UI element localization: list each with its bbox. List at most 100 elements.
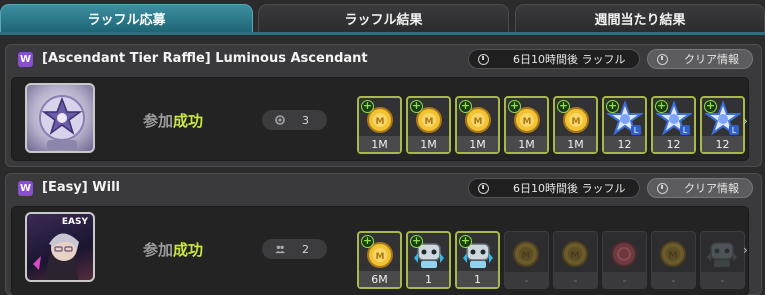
reward-item[interactable]: M- xyxy=(651,231,696,289)
raffle-title: [Easy] Will xyxy=(42,180,120,195)
tab-raffle-apply[interactable]: ラッフル応募 xyxy=(0,4,253,32)
plus-icon: + xyxy=(508,99,521,113)
raffle-card-will: W [Easy] Will 6日10時間後 ラッフル クリア情報 EASY 参加… xyxy=(5,173,762,295)
entry-count: 2 xyxy=(262,239,327,259)
entry-count: 3 xyxy=(262,110,327,130)
svg-text:M: M xyxy=(522,251,531,261)
svg-text:M: M xyxy=(572,117,581,127)
reward-quantity: 12 xyxy=(702,136,743,152)
reward-quantity: - xyxy=(554,272,597,288)
reward-quantity: 1M xyxy=(506,136,547,152)
clear-info-button[interactable]: クリア情報 xyxy=(647,178,753,198)
plus-icon: + xyxy=(361,99,374,113)
reward-quantity: 6M xyxy=(359,271,400,287)
reward-quantity: - xyxy=(652,272,695,288)
info-icon xyxy=(657,182,668,194)
reward-item[interactable]: M +1M xyxy=(553,96,598,154)
plus-icon: + xyxy=(704,99,717,113)
raffle-card-body: 参加成功 3 M +1M M +1M M +1M M +1M M +1M L +12 L +12 L +12 … xyxy=(11,77,749,161)
reward-quantity: - xyxy=(603,272,646,288)
svg-text:M: M xyxy=(571,251,580,261)
gold-coin-icon: M xyxy=(655,235,691,271)
entry-count-value: 3 xyxy=(302,113,309,127)
status-result: 成功 xyxy=(173,241,204,259)
reward-item[interactable]: M +1M xyxy=(357,96,402,154)
reward-quantity: - xyxy=(505,272,548,288)
reward-quantity: 1M xyxy=(408,136,449,152)
gold-coin-icon: M xyxy=(557,235,593,271)
svg-text:L: L xyxy=(732,126,737,135)
reward-item[interactable]: +1 xyxy=(455,231,500,289)
difficulty-tag: EASY xyxy=(61,217,88,227)
reward-item[interactable]: - xyxy=(602,231,647,289)
status-prefix: 参加 xyxy=(143,112,174,130)
svg-text:M: M xyxy=(425,117,434,127)
reward-item[interactable]: L +12 xyxy=(651,96,696,154)
coin-stack-icon xyxy=(275,115,285,125)
svg-text:M: M xyxy=(376,117,385,127)
reward-item[interactable]: - xyxy=(700,231,745,289)
reward-item[interactable]: M +1M xyxy=(455,96,500,154)
tab-weekly-winners[interactable]: 週間当たり結果 xyxy=(515,4,765,32)
boss-portrait xyxy=(25,83,95,153)
tab-underline xyxy=(0,32,765,35)
clear-info-label: クリア情報 xyxy=(684,53,739,66)
reward-quantity: 12 xyxy=(604,136,645,152)
reward-quantity: 1M xyxy=(555,136,596,152)
reward-item[interactable]: L +12 xyxy=(700,96,745,154)
reward-item[interactable]: M- xyxy=(553,231,598,289)
pink-coin-icon xyxy=(606,235,642,271)
reward-item[interactable]: M- xyxy=(504,231,549,289)
robot-pet-icon xyxy=(704,235,740,271)
info-icon xyxy=(657,53,668,65)
raffle-timer: 6日10時間後 ラッフル xyxy=(468,178,640,198)
reward-item[interactable]: M +6M xyxy=(357,231,402,289)
participation-status: 参加成功 xyxy=(143,110,203,131)
scroll-right-arrow[interactable]: › xyxy=(743,114,748,128)
plus-icon: + xyxy=(410,99,423,113)
boss-portrait: EASY xyxy=(25,212,95,282)
tab-raffle-results[interactable]: ラッフル結果 xyxy=(258,4,509,32)
reward-quantity: - xyxy=(701,272,744,288)
reward-quantity: 12 xyxy=(653,136,694,152)
raffle-card-header: W [Easy] Will 6日10時間後 ラッフル クリア情報 xyxy=(6,174,761,202)
participation-status: 参加成功 xyxy=(143,239,203,260)
raffle-timer: 6日10時間後 ラッフル xyxy=(468,49,640,69)
clear-info-label: クリア情報 xyxy=(684,182,739,195)
raffle-card-body: EASY 参加成功 2 M +6M +1 +1 M - M - - M - - › xyxy=(11,206,749,295)
reward-item[interactable]: +1 xyxy=(406,231,451,289)
plus-icon: + xyxy=(655,99,668,113)
plus-icon: + xyxy=(606,99,619,113)
clear-info-button[interactable]: クリア情報 xyxy=(647,49,753,69)
plus-icon: + xyxy=(557,99,570,113)
world-badge-icon: W xyxy=(18,52,33,67)
reward-item[interactable]: M +1M xyxy=(504,96,549,154)
scroll-right-arrow[interactable]: › xyxy=(743,243,748,257)
status-prefix: 参加 xyxy=(143,241,174,259)
clock-icon xyxy=(478,53,489,65)
raffle-title: [Ascendant Tier Raffle] Luminous Ascenda… xyxy=(42,51,368,66)
raffle-card-header: W [Ascendant Tier Raffle] Luminous Ascen… xyxy=(6,45,761,73)
reward-quantity: 1M xyxy=(359,136,400,152)
reward-item[interactable]: M +1M xyxy=(406,96,451,154)
reward-quantity: 1 xyxy=(457,271,498,287)
reward-quantity: 1M xyxy=(457,136,498,152)
svg-text:L: L xyxy=(634,126,639,135)
plus-icon: + xyxy=(410,234,423,248)
svg-text:M: M xyxy=(474,117,483,127)
svg-text:M: M xyxy=(523,117,532,127)
status-result: 成功 xyxy=(173,112,204,130)
gold-coin-icon: M xyxy=(508,235,544,271)
svg-text:L: L xyxy=(683,126,688,135)
raffle-timer-text: 6日10時間後 ラッフル xyxy=(513,53,626,66)
svg-text:M: M xyxy=(669,251,678,261)
party-icon xyxy=(275,245,285,254)
entry-count-value: 2 xyxy=(302,242,309,256)
plus-icon: + xyxy=(361,234,374,248)
reward-quantity: 1 xyxy=(408,271,449,287)
svg-text:M: M xyxy=(376,252,385,262)
raffle-card-luminous: W [Ascendant Tier Raffle] Luminous Ascen… xyxy=(5,44,762,167)
plus-icon: + xyxy=(459,234,472,248)
luminous-emblem-icon xyxy=(39,95,85,150)
reward-item[interactable]: L +12 xyxy=(602,96,647,154)
